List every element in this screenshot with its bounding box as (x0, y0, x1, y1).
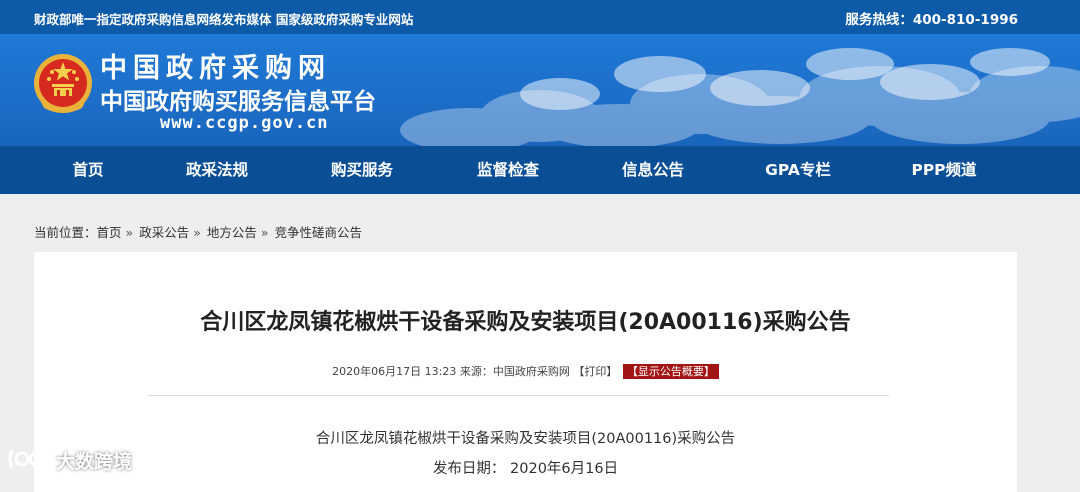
site-tagline: 财政部唯一指定政府采购信息网络发布媒体 国家级政府采购专业网站 (34, 12, 414, 27)
platform-name: 中国政府购买服务信息平台 (100, 89, 376, 115)
main-nav: 首页 政采法规 购买服务 监督检查 信息公告 GPA专栏 PPP频道 (0, 146, 1080, 194)
nav-ppp[interactable]: PPP频道 (894, 146, 994, 194)
nav-regulations[interactable]: 政采法规 (167, 146, 267, 194)
publish-date: 发布日期： 2020年6月16日 (432, 461, 619, 477)
article-meta: 2020年06月17日 13:23 来源：中国政府采购网 【打印】 【显示公告概… (34, 363, 1017, 379)
breadcrumb-separator: » (193, 225, 201, 240)
nav-home[interactable]: 首页 (38, 146, 138, 194)
breadcrumb-prefix: 当前位置： (34, 225, 97, 240)
breadcrumb-gov-announcements[interactable]: 政采公告 (139, 225, 189, 240)
article-body-title: 合川区龙凤镇花椒烘干设备采购及安装项目(20A00116)采购公告 (315, 431, 736, 447)
divider (147, 395, 889, 396)
article-panel: 合川区龙凤镇花椒烘干设备采购及安装项目(20A00116)采购公告 2020年0… (34, 252, 1017, 492)
top-info-bar: 财政部唯一指定政府采购信息网络发布媒体 国家级政府采购专业网站 服务热线：400… (0, 0, 1080, 34)
nav-supervision[interactable]: 监督检查 (458, 146, 558, 194)
nav-announcements[interactable]: 信息公告 (603, 146, 703, 194)
site-banner: 中国政府采购网 中国政府购买服务信息平台 www.ccgp.gov.cn (0, 34, 1080, 146)
watermark-text: 大数跨境 (56, 451, 133, 473)
site-name: 中国政府采购网 (100, 53, 331, 84)
breadcrumb-competitive-consultation[interactable]: 竞争性磋商公告 (275, 225, 363, 240)
service-hotline: 服务热线：400-810-1996 (845, 12, 1018, 28)
breadcrumb: 当前位置：首页» 政采公告» 地方公告» 竞争性磋商公告 (34, 222, 362, 241)
nav-purchase-services[interactable]: 购买服务 (312, 146, 412, 194)
breadcrumb-local-announcements[interactable]: 地方公告 (207, 225, 257, 240)
watermark-logo-icon (8, 449, 48, 469)
show-summary-button[interactable]: 【显示公告概要】 (622, 364, 719, 379)
nav-gpa[interactable]: GPA专栏 (748, 146, 848, 194)
site-url[interactable]: www.ccgp.gov.cn (160, 113, 329, 133)
article-title: 合川区龙凤镇花椒烘干设备采购及安装项目(20A00116)采购公告 (200, 310, 851, 335)
article-meta-text: 2020年06月17日 13:23 来源：中国政府采购网 【打印】 (332, 365, 618, 378)
national-emblem-icon (34, 54, 92, 113)
breadcrumb-separator: » (125, 225, 134, 240)
breadcrumb-separator: » (260, 225, 269, 240)
breadcrumb-home[interactable]: 首页 (97, 225, 122, 240)
